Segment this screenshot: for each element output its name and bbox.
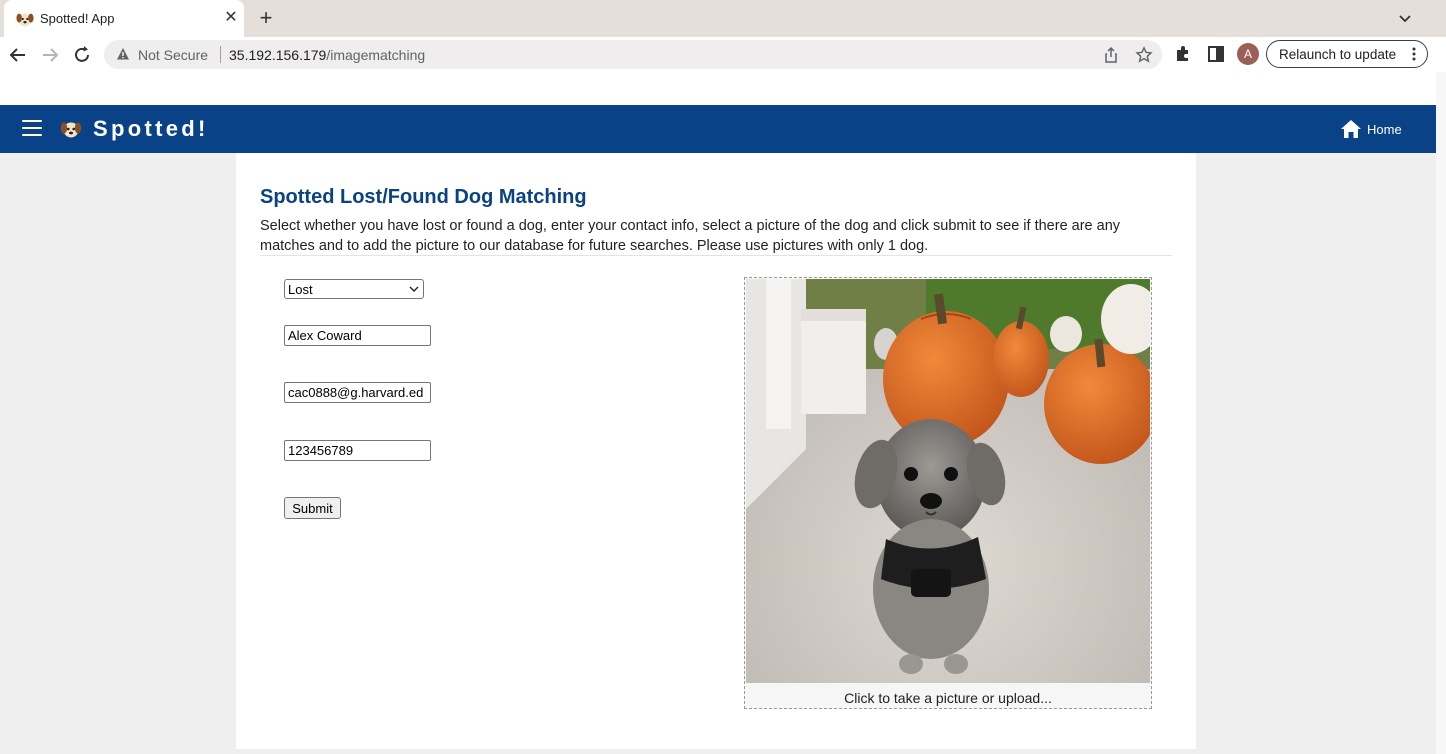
- matching-card: Spotted Lost/Found Dog Matching Select w…: [236, 153, 1196, 749]
- new-tab-icon[interactable]: +: [254, 7, 278, 31]
- profile-avatar[interactable]: A: [1237, 43, 1259, 65]
- dog-logo-icon: [60, 122, 82, 138]
- app-header: Spotted! Home: [0, 105, 1436, 153]
- url-text[interactable]: 35.192.156.179/imagematching: [229, 47, 425, 63]
- phone-field[interactable]: [284, 440, 431, 461]
- tab-title: Spotted! App: [40, 11, 115, 26]
- extensions-puzzle-icon[interactable]: [1173, 44, 1193, 64]
- browser-tab[interactable]: Spotted! App ✕: [4, 0, 244, 37]
- home-label: Home: [1367, 122, 1402, 137]
- url-path: /imagematching: [326, 47, 426, 63]
- reload-icon[interactable]: [70, 43, 94, 67]
- relaunch-button[interactable]: Relaunch to update: [1266, 40, 1428, 68]
- bookmark-star-icon[interactable]: [1135, 46, 1153, 64]
- share-icon[interactable]: [1102, 46, 1120, 64]
- tab-search-chevron-icon[interactable]: [1394, 8, 1416, 30]
- scrollbar-track[interactable]: [1436, 72, 1446, 754]
- photo-upload-area[interactable]: Click to take a picture or upload...: [744, 277, 1152, 709]
- security-status[interactable]: Not Secure: [138, 47, 208, 63]
- browser-toolbar: Not Secure 35.192.156.179/imagematching …: [0, 37, 1446, 72]
- email-field[interactable]: [284, 382, 431, 403]
- divider: [260, 255, 1172, 256]
- page-title: Spotted Lost/Found Dog Matching: [260, 186, 587, 208]
- back-arrow-icon[interactable]: [6, 43, 30, 67]
- name-field[interactable]: [284, 325, 431, 346]
- tab-close-icon[interactable]: ✕: [221, 8, 241, 28]
- dog-photo: [746, 279, 1150, 683]
- upload-prompt[interactable]: Click to take a picture or upload...: [745, 690, 1151, 706]
- forward-arrow-icon[interactable]: [38, 43, 62, 67]
- app-title[interactable]: Spotted!: [93, 116, 209, 142]
- menu-hamburger-icon[interactable]: [22, 120, 42, 138]
- url-host: 35.192.156.179: [229, 47, 327, 63]
- dog-favicon-icon: [16, 13, 34, 27]
- more-vertical-icon[interactable]: [1407, 46, 1421, 62]
- relaunch-label: Relaunch to update: [1279, 47, 1397, 62]
- lost-found-select[interactable]: Lost: [284, 279, 424, 299]
- browser-tabstrip: Spotted! App ✕ +: [0, 0, 1446, 37]
- side-panel-icon[interactable]: [1206, 44, 1226, 64]
- warning-icon[interactable]: [116, 47, 130, 61]
- page-description: Select whether you have lost or found a …: [260, 218, 1121, 254]
- address-bar[interactable]: Not Secure 35.192.156.179/imagematching: [104, 40, 1162, 69]
- submit-button[interactable]: Submit: [284, 497, 341, 519]
- home-icon: [1341, 120, 1361, 138]
- omnibox-separator: [220, 46, 221, 63]
